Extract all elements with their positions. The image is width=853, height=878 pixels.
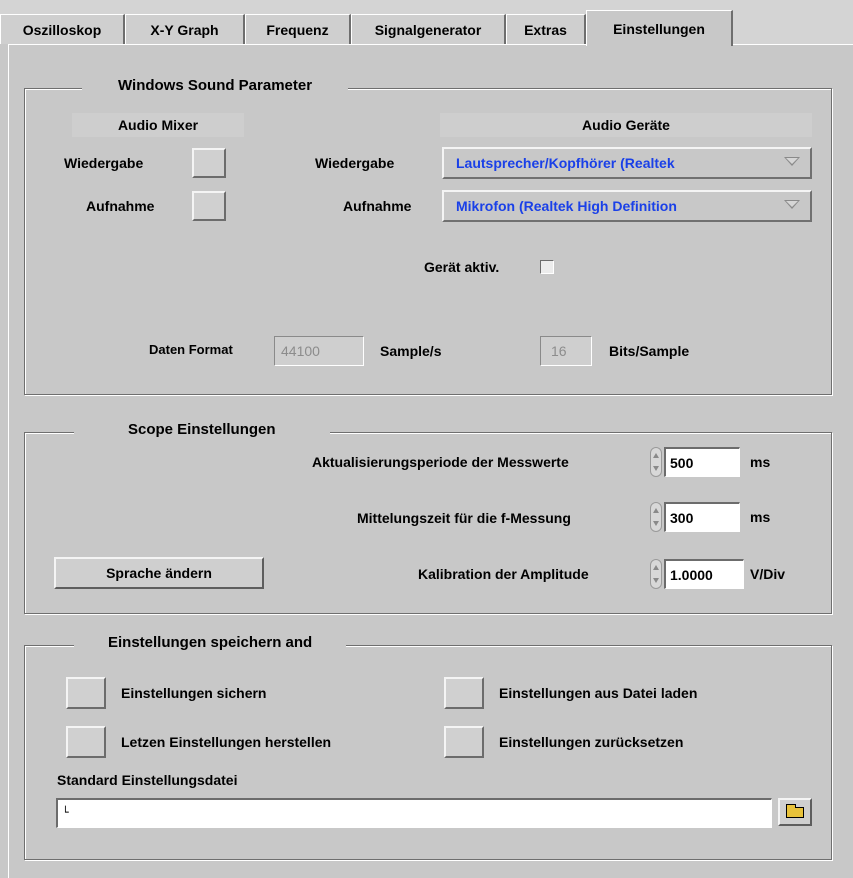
restore-settings-button[interactable] [66, 726, 106, 758]
path-icon: └ [62, 806, 69, 819]
folder-icon [786, 804, 804, 818]
update-period-unit: ms [750, 454, 771, 470]
load-settings-button[interactable] [444, 677, 484, 709]
default-settings-file-label: Standard Einstellungsdatei [57, 772, 238, 788]
save-settings-title: Einstellungen speichern and [74, 634, 347, 651]
data-format-label: Daten Format [149, 342, 233, 357]
restore-settings-label: Letzen Einstellungen herstellen [121, 734, 332, 750]
save-settings-button[interactable] [66, 677, 106, 709]
scope-settings-title: Scope Einstellungen [74, 421, 330, 438]
mixer-playback-button[interactable] [192, 148, 226, 178]
chevron-down-icon [784, 200, 800, 209]
record-device-value: Mikrofon (Realtek High Definition [456, 198, 677, 214]
mixer-record-label: Aufnahme [86, 198, 155, 214]
sample-rate-display: 44100 [274, 336, 364, 366]
save-settings-label: Einstellungen sichern [121, 685, 267, 701]
sample-rate-unit: Sample/s [380, 343, 442, 359]
sound-parameter-title: Windows Sound Parameter [82, 77, 349, 94]
amplitude-calibration-spinner[interactable] [650, 559, 662, 589]
tab-signalgenerator[interactable]: Signalgenerator [351, 14, 506, 44]
load-settings-label: Einstellungen aus Datei laden [499, 685, 698, 701]
tab-oszilloskop[interactable]: Oszilloskop [0, 14, 125, 44]
tab-xy-graph[interactable]: X-Y Graph [125, 14, 245, 44]
device-active-label: Gerät aktiv. [424, 259, 500, 275]
audio-devices-header: Audio Geräte [440, 113, 812, 137]
update-period-label: Aktualisierungsperiode der Messwerte [312, 454, 569, 470]
tab-einstellungen[interactable]: Einstellungen [586, 10, 733, 46]
amplitude-calibration-unit: V/Div [750, 566, 786, 582]
record-device-select[interactable]: Mikrofon (Realtek High Definition [442, 190, 812, 222]
averaging-time-unit: ms [750, 509, 771, 525]
bits-unit: Bits/Sample [609, 343, 690, 359]
chevron-down-icon [784, 157, 800, 166]
amplitude-calibration-input[interactable]: 1.0000 [664, 559, 744, 589]
averaging-time-label: Mittelungszeit für die f-Messung [357, 510, 571, 526]
bits-display: 16 [540, 336, 592, 366]
browse-file-button[interactable] [778, 798, 812, 826]
update-period-input[interactable]: 500 [664, 447, 740, 477]
device-playback-label: Wiedergabe [315, 155, 395, 171]
amplitude-calibration-label: Kalibration der Amplitude [418, 566, 589, 582]
playback-device-select[interactable]: Lautsprecher/Kopfhörer (Realtek [442, 147, 812, 179]
tab-frequenz[interactable]: Frequenz [245, 14, 351, 44]
averaging-time-spinner[interactable] [650, 502, 662, 532]
update-period-spinner[interactable] [650, 447, 662, 477]
playback-device-value: Lautsprecher/Kopfhörer (Realtek [456, 155, 675, 171]
reset-settings-button[interactable] [444, 726, 484, 758]
mixer-record-button[interactable] [192, 191, 226, 221]
device-record-label: Aufnahme [343, 198, 412, 214]
averaging-time-input[interactable]: 300 [664, 502, 740, 532]
reset-settings-label: Einstellungen zurücksetzen [499, 734, 684, 750]
tab-bar: Oszilloskop X-Y Graph Frequenz Signalgen… [0, 0, 853, 46]
tab-extras[interactable]: Extras [506, 14, 586, 44]
mixer-playback-label: Wiedergabe [64, 155, 144, 171]
settings-file-path-input[interactable]: └ [56, 798, 772, 828]
device-active-checkbox[interactable] [540, 260, 554, 274]
change-language-button[interactable]: Sprache ändern [54, 557, 264, 589]
audio-mixer-header: Audio Mixer [72, 113, 244, 137]
